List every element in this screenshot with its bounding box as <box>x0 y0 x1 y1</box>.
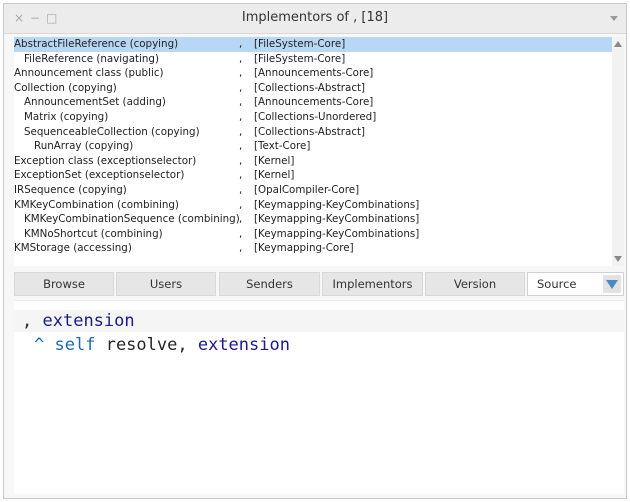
code-message: resolve, <box>105 335 188 355</box>
separator-label: , <box>239 154 243 167</box>
separator-label: , <box>239 140 243 153</box>
list-item[interactable]: KMKeyCombinationSequence (combining), [Ke… <box>14 212 612 227</box>
separator-label: , <box>239 183 243 196</box>
package-label: [Announcements-Core] <box>254 96 374 109</box>
method-label: IRSequence (copying) <box>14 183 127 196</box>
code-selector-comma: , <box>22 311 33 331</box>
separator-label: , <box>239 67 243 80</box>
window-menu-chevron-down-icon[interactable] <box>610 16 618 21</box>
separator-label: , <box>239 96 243 109</box>
package-label: [FileSystem-Core] <box>254 52 346 65</box>
method-label: Exception class (exceptionselector) <box>14 154 197 167</box>
separator-label: , <box>239 38 243 50</box>
list-item[interactable]: KMNoShortcut (combining), [Keymapping-Key… <box>14 227 612 242</box>
code-line-1: , extension <box>22 310 135 332</box>
separator-label: , <box>239 227 243 240</box>
window-title: Implementors of , [18] <box>241 10 389 25</box>
view-selector-value: Source <box>537 277 577 291</box>
code-argument: extension <box>42 311 135 331</box>
method-label: KMKeyCombination (combining) <box>14 198 179 211</box>
package-label: [Text-Core] <box>254 140 311 153</box>
separator-label: , <box>239 81 243 94</box>
view-selector-dropdown[interactable]: Source <box>527 272 624 296</box>
package-label: [Kernel] <box>254 154 295 167</box>
browser-button-bar: Browse Users Senders Implementors Versio… <box>14 272 624 296</box>
list-item[interactable]: KMStorage (accessing), [Keymapping-Core] <box>14 241 612 256</box>
list-scrollbar[interactable] <box>612 37 624 266</box>
implementors-button[interactable]: Implementors <box>322 272 423 296</box>
package-label: [Keymapping-KeyCombinations] <box>254 198 420 211</box>
package-label: [Keymapping-Core] <box>254 242 354 255</box>
list-item[interactable]: FileReference (navigating), [FileSystem-C… <box>14 52 612 67</box>
package-label: [OpalCompiler-Core] <box>254 183 360 196</box>
list-item[interactable]: Collection (copying), [Collections-Abstra… <box>14 81 612 96</box>
list-item[interactable]: Announcement class (public), [Announcemen… <box>14 66 612 81</box>
method-label: Matrix (copying) <box>24 110 109 123</box>
code-return-caret: ^ <box>34 335 45 355</box>
version-button[interactable]: Version <box>425 272 525 296</box>
implementors-window: × − □ Implementors of , [18] AbstractFil… <box>3 3 627 499</box>
list-item[interactable]: ExceptionSet (exceptionselector), [Kernel… <box>14 168 612 183</box>
list-item[interactable]: Exception class (exceptionselector), [Ker… <box>14 154 612 169</box>
method-label: Announcement class (public) <box>14 67 164 80</box>
separator-label: , <box>239 169 243 182</box>
method-label: FileReference (navigating) <box>24 52 159 65</box>
list-item[interactable]: Matrix (copying), [Collections-Unordered] <box>14 110 612 125</box>
users-button[interactable]: Users <box>116 272 216 296</box>
code-line-2: ^ self resolve, extension <box>34 334 290 356</box>
package-label: [Collections-Unordered] <box>254 110 377 123</box>
separator-label: , <box>239 213 243 226</box>
method-label: RunArray (copying) <box>34 140 134 153</box>
method-label: SequenceableCollection (copying) <box>24 125 200 138</box>
package-label: [Keymapping-KeyCombinations] <box>254 227 420 240</box>
list-item[interactable]: SequenceableCollection (copying), [Collec… <box>14 125 612 140</box>
title-bar: × − □ Implementors of , [18] <box>4 4 626 34</box>
list-item[interactable]: AnnouncementSet (adding), [Announcements-… <box>14 95 612 110</box>
package-label: [Collections-Abstract] <box>254 125 366 138</box>
code-argument-ref: extension <box>197 335 290 355</box>
implementors-list[interactable]: AbstractFileReference (copying), [FileSys… <box>14 37 612 266</box>
list-item[interactable]: KMKeyCombination (combining), [Keymapping… <box>14 198 612 213</box>
method-label: AnnouncementSet (adding) <box>24 96 166 109</box>
browse-button[interactable]: Browse <box>14 272 114 296</box>
separator-label: , <box>239 52 243 65</box>
method-label: ExceptionSet (exceptionselector) <box>14 169 185 182</box>
source-code-editor[interactable]: , extension ^ self resolve, extension <box>14 300 624 494</box>
separator-label: , <box>239 242 243 255</box>
separator-label: , <box>239 110 243 123</box>
senders-button[interactable]: Senders <box>219 272 320 296</box>
list-item[interactable]: IRSequence (copying), [OpalCompiler-Core] <box>14 183 612 198</box>
method-label: Collection (copying) <box>14 81 117 94</box>
list-item[interactable]: AbstractFileReference (copying), [FileSys… <box>14 37 612 52</box>
code-self-keyword: self <box>54 335 96 355</box>
method-label: KMNoShortcut (combining) <box>24 227 163 240</box>
scroll-up-arrow-icon[interactable] <box>614 41 622 47</box>
package-label: [Announcements-Core] <box>254 67 374 80</box>
method-label: KMKeyCombinationSequence (combining) <box>24 213 240 226</box>
package-label: [Kernel] <box>254 169 295 182</box>
method-label: KMStorage (accessing) <box>14 242 132 255</box>
package-label: [Keymapping-KeyCombinations] <box>254 213 420 226</box>
scroll-down-arrow-icon[interactable] <box>614 256 622 262</box>
dropdown-arrow-icon[interactable] <box>603 275 621 293</box>
method-label: AbstractFileReference (copying) <box>14 38 179 50</box>
separator-label: , <box>239 125 243 138</box>
package-label: [FileSystem-Core] <box>254 38 346 50</box>
separator-label: , <box>239 198 243 211</box>
package-label: [Collections-Abstract] <box>254 81 366 94</box>
list-item[interactable]: RunArray (copying), [Text-Core] <box>14 139 612 154</box>
